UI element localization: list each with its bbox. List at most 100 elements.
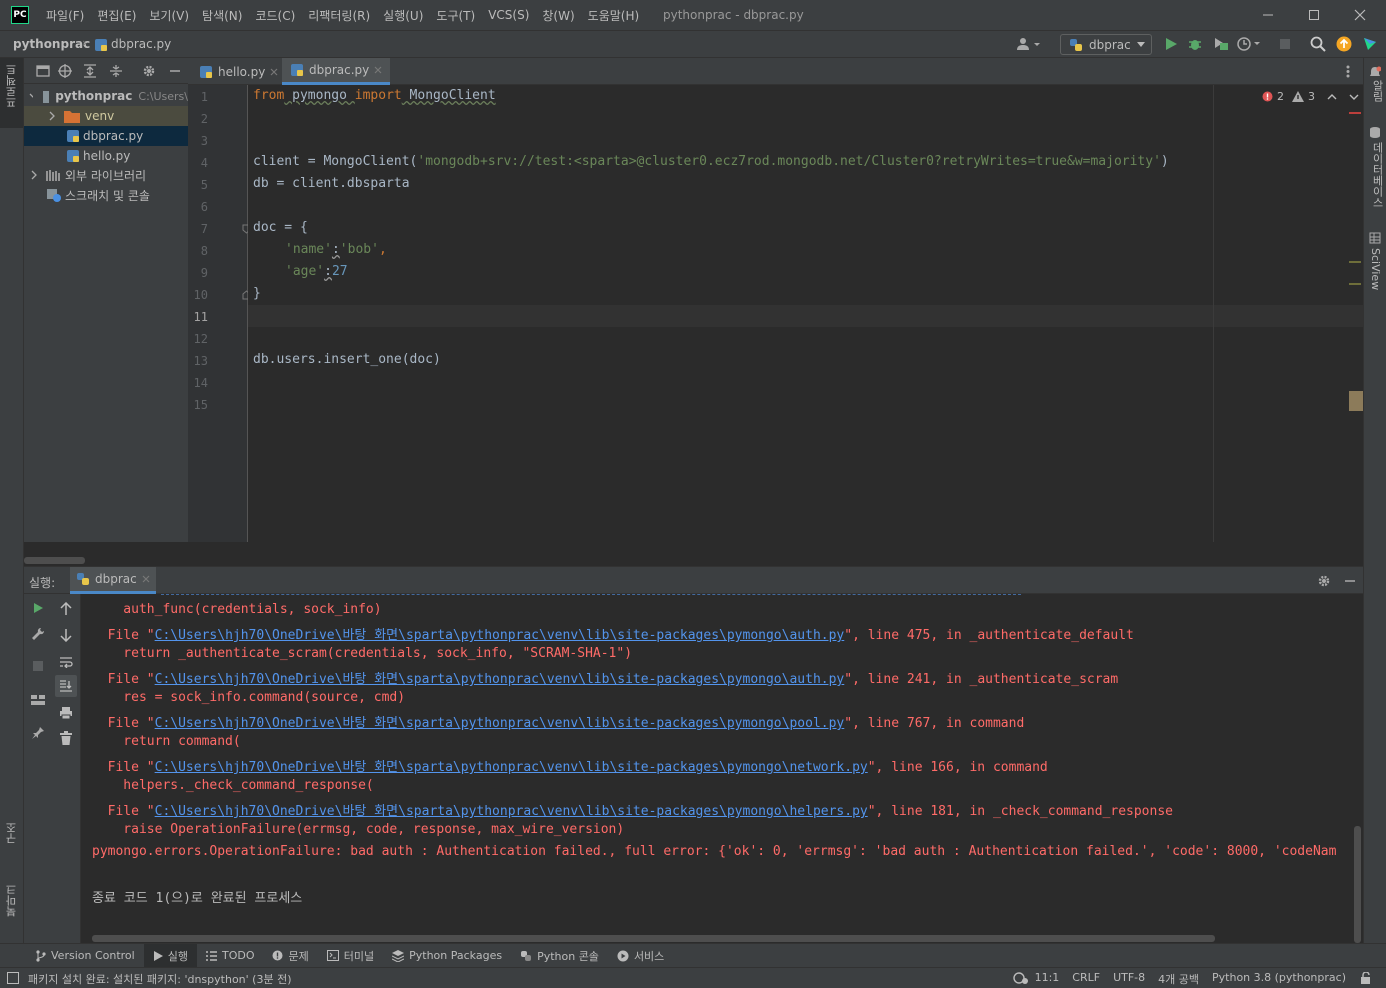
menu-navigate[interactable]: 탐색(N) — [202, 7, 242, 24]
structure-tool-tab[interactable]: 구조 — [0, 818, 23, 868]
clear-all-button[interactable] — [55, 727, 77, 749]
breadcrumb-file[interactable]: dbprac.py — [111, 37, 171, 51]
file-link[interactable]: C:\Users\hjh70\OneDrive\바탕 화면\sparta\pyt… — [155, 804, 868, 819]
breadcrumb-project[interactable]: pythonprac — [13, 37, 90, 51]
string-literal: 'age' — [285, 264, 325, 279]
project-tool-tab[interactable]: 프로젝트 — [0, 58, 23, 128]
file-link[interactable]: C:\Users\hjh70\OneDrive\바탕 화면\sparta\pyt… — [155, 672, 845, 687]
gear-icon[interactable] — [142, 64, 156, 78]
collapse-all-icon[interactable] — [109, 64, 123, 78]
unlocked-icon[interactable] — [1360, 972, 1372, 984]
tab-dbprac-py[interactable]: dbprac.py — [282, 58, 391, 85]
warning-stripe-mark[interactable] — [1349, 261, 1361, 263]
menu-refactor[interactable]: 리팩터링(R) — [308, 7, 370, 24]
file-link[interactable]: C:\Users\hjh70\OneDrive\바탕 화면\sparta\pyt… — [155, 628, 845, 643]
run-config-dropdown[interactable]: dbprac — [1060, 34, 1152, 55]
locate-icon[interactable] — [58, 64, 72, 78]
console-output[interactable]: auth_func(credentials, sock_info) File "… — [81, 594, 1363, 943]
tab-hello-py[interactable]: hello.py — [191, 58, 286, 85]
down-stack-button[interactable] — [55, 624, 77, 646]
tab-python-console[interactable]: Python 콘솔 — [511, 944, 608, 968]
menu-window[interactable]: 창(W) — [542, 7, 574, 24]
code-content[interactable]: from pymongo import MongoClient client =… — [248, 85, 1213, 542]
file-link[interactable]: C:\Users\hjh70\OneDrive\바탕 화면\sparta\pyt… — [155, 716, 845, 731]
notifications-tool-tab[interactable]: 알림 — [1369, 80, 1385, 102]
database-tool-tab[interactable]: 데이터베이스 — [1369, 142, 1385, 208]
maximize-button[interactable] — [1291, 0, 1337, 30]
tree-item-hello[interactable]: hello.py — [24, 146, 188, 166]
expand-all-icon[interactable] — [83, 64, 97, 78]
status-message[interactable]: 패키지 설치 완료: 설치된 패키지: 'dnspython' (3분 전) — [28, 971, 291, 987]
pin-tab-button[interactable] — [27, 722, 49, 744]
background-tasks-icon[interactable] — [1013, 971, 1029, 985]
search-icon[interactable] — [1310, 36, 1326, 52]
tree-item-external-libraries[interactable]: 외부 라이브러리 — [24, 165, 188, 185]
tree-item-scratches[interactable]: 스크래치 및 콘솔 — [24, 185, 188, 205]
select-opened-file-icon[interactable] — [36, 64, 50, 78]
edit-config-button[interactable] — [27, 623, 49, 645]
editor-scroll-thumb[interactable] — [1349, 391, 1363, 411]
menu-code[interactable]: 코드(C) — [255, 7, 295, 24]
error-stripe-mark[interactable] — [1349, 112, 1361, 114]
horizontal-scroll-thumb[interactable] — [24, 557, 85, 564]
tree-item-venv[interactable]: venv — [24, 106, 188, 126]
file-encoding[interactable]: UTF-8 — [1113, 971, 1145, 987]
menu-file[interactable]: 파일(F) — [46, 7, 84, 24]
menu-view[interactable]: 보기(V) — [149, 7, 189, 24]
toggle-tool-windows-icon[interactable] — [7, 972, 19, 984]
run-tab-dbprac[interactable]: dbprac — [70, 567, 156, 594]
profile-icon[interactable] — [1237, 37, 1261, 51]
hide-panel-icon[interactable] — [168, 64, 182, 78]
tab-python-packages[interactable]: Python Packages — [383, 944, 511, 968]
soft-wrap-button[interactable] — [55, 651, 77, 673]
bookmarks-tool-tab[interactable]: 북마크 — [0, 880, 23, 940]
update-icon[interactable] — [1336, 36, 1352, 52]
chevron-up-icon[interactable] — [1327, 92, 1337, 102]
warning-stripe-mark[interactable] — [1349, 283, 1361, 285]
close-icon[interactable] — [374, 66, 382, 74]
stop-button[interactable] — [27, 655, 49, 677]
line-separator[interactable]: CRLF — [1072, 971, 1100, 987]
sciview-tool-tab[interactable]: SciView — [1369, 248, 1382, 290]
close-icon[interactable] — [142, 575, 150, 583]
menu-run[interactable]: 실행(U) — [383, 7, 423, 24]
debug-icon[interactable] — [1188, 37, 1202, 51]
user-account-icon[interactable] — [1016, 37, 1042, 51]
scroll-to-end-button[interactable] — [55, 675, 77, 697]
inspections-widget[interactable]: 2 3 — [1262, 90, 1359, 103]
menu-tools[interactable]: 도구(T) — [436, 7, 475, 24]
tree-root-pythonprac[interactable]: pythonprac C:\Users\ — [24, 86, 188, 106]
close-button[interactable] — [1337, 0, 1383, 30]
more-options-icon[interactable] — [1346, 65, 1350, 78]
tree-item-dbprac[interactable]: dbprac.py — [24, 126, 188, 146]
console-horizontal-scroll-thumb[interactable] — [92, 935, 1215, 942]
tab-services[interactable]: 서비스 — [608, 944, 673, 968]
close-icon[interactable] — [270, 68, 278, 76]
chevron-down-icon[interactable] — [1349, 92, 1359, 102]
file-link[interactable]: C:\Users\hjh70\OneDrive\바탕 화면\sparta\pyt… — [155, 760, 868, 775]
gear-icon[interactable] — [1317, 574, 1331, 588]
indent-setting[interactable]: 4개 공백 — [1158, 971, 1199, 987]
menu-vcs[interactable]: VCS(S) — [488, 8, 529, 22]
python-interpreter[interactable]: Python 3.8 (pythonprac) — [1212, 971, 1346, 987]
tree-item-label: 외부 라이브러리 — [65, 168, 147, 183]
menu-edit[interactable]: 편집(E) — [97, 7, 136, 24]
up-stack-button[interactable] — [55, 598, 77, 620]
rerun-button[interactable] — [27, 597, 49, 619]
tab-version-control[interactable]: Version Control — [26, 944, 144, 968]
stop-icon[interactable] — [1279, 38, 1291, 50]
menu-help[interactable]: 도움말(H) — [588, 7, 640, 24]
tab-run[interactable]: 실행 — [143, 943, 197, 968]
tab-todo[interactable]: TODO — [197, 944, 264, 968]
tab-problems[interactable]: 문제 — [263, 944, 317, 968]
run-icon[interactable] — [1164, 37, 1178, 51]
tab-terminal[interactable]: 터미널 — [318, 944, 383, 968]
coverage-icon[interactable] — [1213, 37, 1229, 51]
print-button[interactable] — [55, 702, 77, 724]
hide-panel-icon[interactable] — [1343, 574, 1357, 588]
caret-position[interactable]: 11:1 — [1035, 971, 1060, 987]
layout-button[interactable] — [27, 689, 49, 711]
minimize-button[interactable] — [1245, 0, 1291, 30]
console-vertical-scroll-thumb[interactable] — [1354, 826, 1361, 943]
jetbrains-toolbox-icon[interactable] — [1362, 36, 1378, 52]
